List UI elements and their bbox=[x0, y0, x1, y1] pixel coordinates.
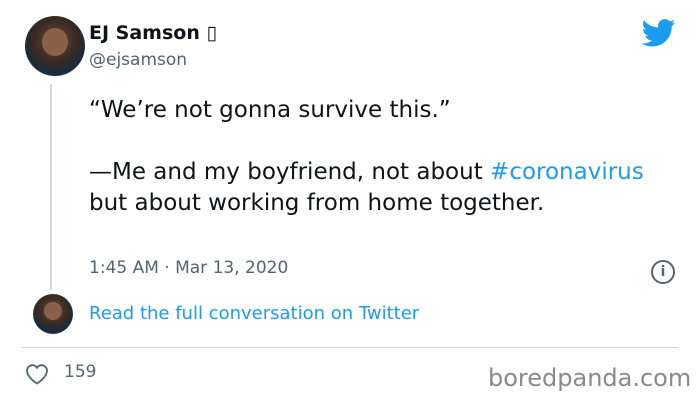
reply-avatar[interactable] bbox=[33, 294, 73, 334]
tweet-timestamp[interactable]: 1:45 AM · Mar 13, 2020 bbox=[89, 258, 288, 278]
info-icon[interactable]: i bbox=[651, 260, 675, 284]
tweet-body-suffix: but about working from home together. bbox=[89, 190, 545, 216]
divider bbox=[22, 347, 678, 348]
tweet-body: —Me and my boyfriend, not about #coronav… bbox=[89, 157, 669, 219]
author-handle[interactable]: @ejsamson bbox=[89, 50, 187, 70]
author-avatar[interactable] bbox=[25, 16, 85, 76]
hashtag-link[interactable]: #coronavirus bbox=[490, 159, 644, 185]
tweet-text: “We’re not gonna survive this.” —Me and … bbox=[89, 95, 669, 219]
tweet-quote: “We’re not gonna survive this.” bbox=[89, 97, 451, 123]
read-conversation-link[interactable]: Read the full conversation on Twitter bbox=[89, 303, 419, 324]
heart-icon[interactable] bbox=[25, 363, 49, 385]
tweet-body-prefix: —Me and my boyfriend, not about bbox=[89, 159, 491, 185]
like-count: 159 bbox=[64, 362, 97, 382]
watermark: boredpanda.com bbox=[488, 364, 692, 392]
author-name[interactable]: EJ Samson ▯ bbox=[89, 22, 217, 44]
twitter-bird-icon[interactable] bbox=[642, 19, 676, 47]
thread-line bbox=[50, 84, 52, 290]
